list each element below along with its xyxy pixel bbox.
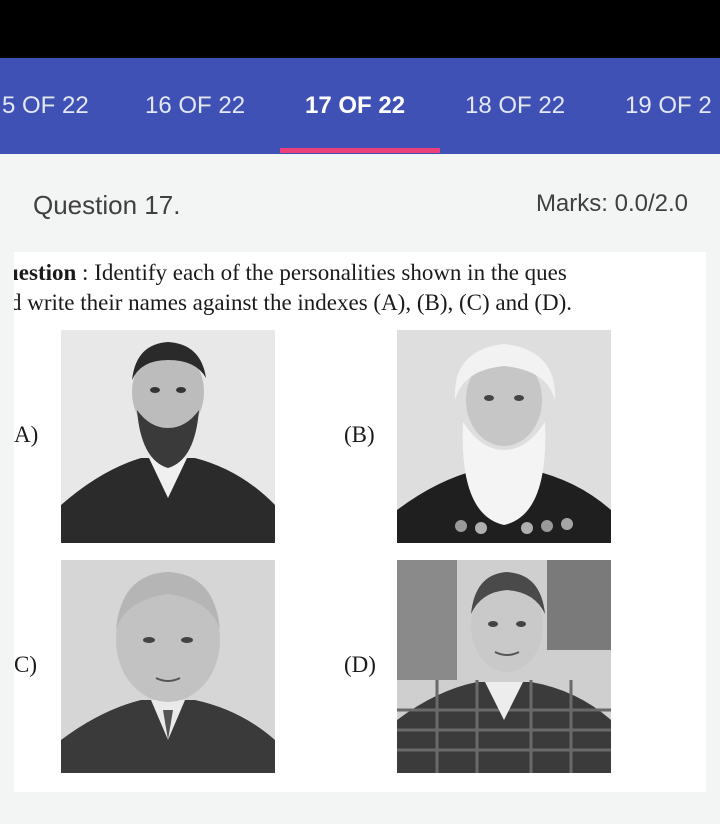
question-image: uestion : Identify each of the personali… [14, 252, 706, 792]
question-tab-bar: 5 OF 22 16 OF 22 17 OF 22 18 OF 22 19 OF… [0, 58, 720, 154]
question-text-1: Identify each of the personalities shown… [94, 260, 567, 285]
question-text-line-2: d write their names against the indexes … [14, 290, 572, 316]
tab-question-15[interactable]: 5 OF 22 [2, 58, 89, 154]
status-bar [0, 0, 720, 58]
tab-question-18[interactable]: 18 OF 22 [465, 58, 565, 154]
tab-question-17[interactable]: 17 OF 22 [305, 58, 405, 154]
portrait-b-image [397, 330, 611, 543]
tab-question-16[interactable]: 16 OF 22 [145, 58, 245, 154]
portrait-d-image [397, 560, 611, 773]
portrait-a-image [61, 330, 275, 543]
question-text-2: d write their names against the indexes … [14, 290, 573, 315]
option-b-label: (B) [344, 422, 375, 447]
option-c-label: C) [14, 652, 37, 677]
question-text-line-1: uestion : Identify each of the personali… [14, 260, 567, 286]
question-title: Question 17. [33, 190, 181, 220]
active-tab-indicator [280, 148, 440, 153]
tab-question-19[interactable]: 19 OF 2 [625, 58, 712, 154]
question-label: uestion [14, 260, 77, 285]
portrait-c-image [61, 560, 275, 773]
option-a-label: A) [14, 422, 39, 447]
option-d-label: (D) [344, 652, 376, 677]
marks-label: Marks: 0.0/2.0 [535, 190, 688, 217]
question-separator: : [76, 260, 95, 285]
